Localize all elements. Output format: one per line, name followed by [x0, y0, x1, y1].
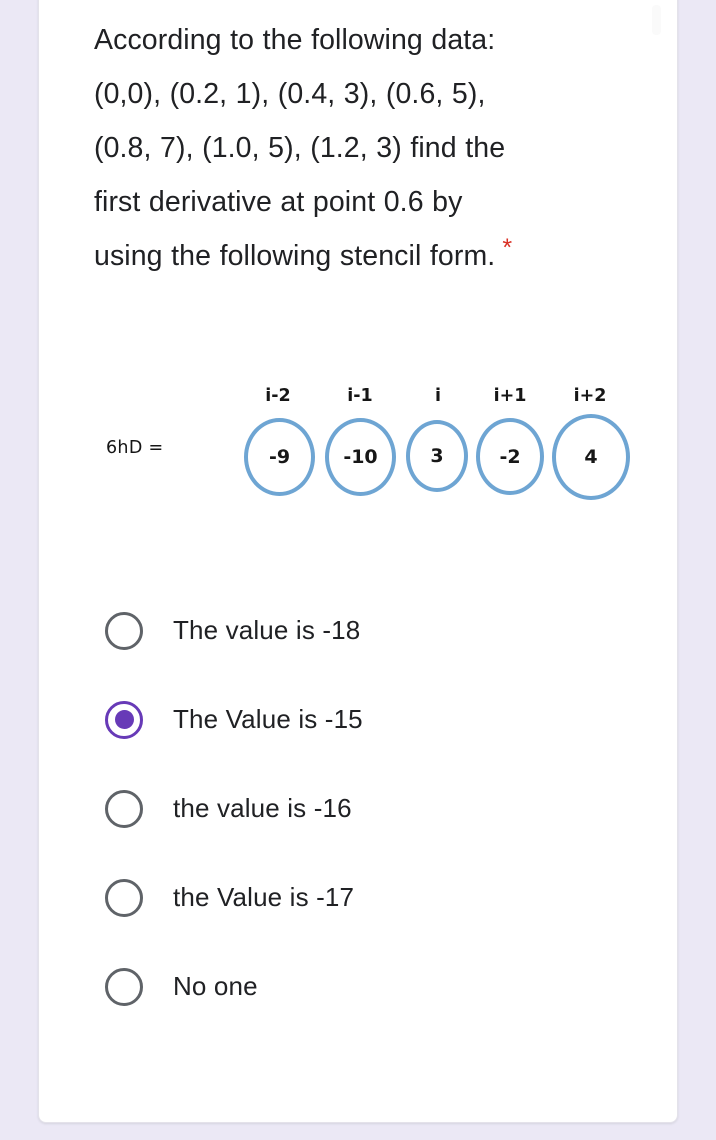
- option-label-4: No one: [173, 971, 258, 1001]
- stencil-node-i-1: -10: [325, 418, 396, 496]
- option-label-0: The value is -18: [173, 615, 361, 645]
- scrollbar-thumb[interactable]: [652, 5, 661, 35]
- stencil-node-i: 3: [406, 420, 468, 492]
- radio-button-3[interactable]: [105, 878, 143, 917]
- option-label-2: the value is -16: [173, 793, 352, 823]
- stencil-diagram: 6hD = i-2 i-1 i i+1 i+2 -9 -10 3 -2 4: [100, 386, 647, 516]
- option-label-1: The Value is -15: [173, 704, 363, 734]
- radio-button-2[interactable]: [105, 789, 143, 828]
- stencil-index-label-i-2: i-2: [265, 386, 291, 406]
- stencil-index-label-i+1: i+1: [493, 386, 527, 406]
- required-asterisk: *: [502, 234, 513, 262]
- stencil-index-label-i+2: i+2: [573, 386, 607, 406]
- stencil-node-i+1: -2: [476, 418, 544, 495]
- option-row-4[interactable]: No one: [99, 942, 647, 1031]
- radio-button-4[interactable]: [105, 967, 143, 1006]
- card-content: According to the following data: (0,0), …: [39, 0, 677, 1031]
- option-row-3[interactable]: the Value is -17: [99, 853, 647, 942]
- radio-button-1[interactable]: [105, 700, 143, 739]
- options-list: The value is -18 The Value is -15 the va…: [99, 586, 647, 1031]
- option-row-1[interactable]: The Value is -15: [99, 675, 647, 764]
- option-row-2[interactable]: the value is -16: [99, 764, 647, 853]
- question-text: According to the following data: (0,0), …: [94, 24, 506, 272]
- stencil-node-i+2: 4: [552, 414, 630, 500]
- radio-button-0[interactable]: [105, 611, 143, 650]
- stencil-node-i-2: -9: [244, 418, 315, 496]
- question-card: According to the following data: (0,0), …: [38, 0, 678, 1123]
- option-row-0[interactable]: The value is -18: [99, 586, 647, 675]
- question-title: According to the following data: (0,0), …: [94, 13, 534, 283]
- radio-dot-1: [114, 710, 134, 729]
- stencil-index-label-i-1: i-1: [347, 386, 373, 406]
- option-label-3: the Value is -17: [173, 882, 355, 912]
- stencil-index-label-i: i: [435, 386, 441, 406]
- stencil-lhs-label: 6hD =: [106, 438, 164, 458]
